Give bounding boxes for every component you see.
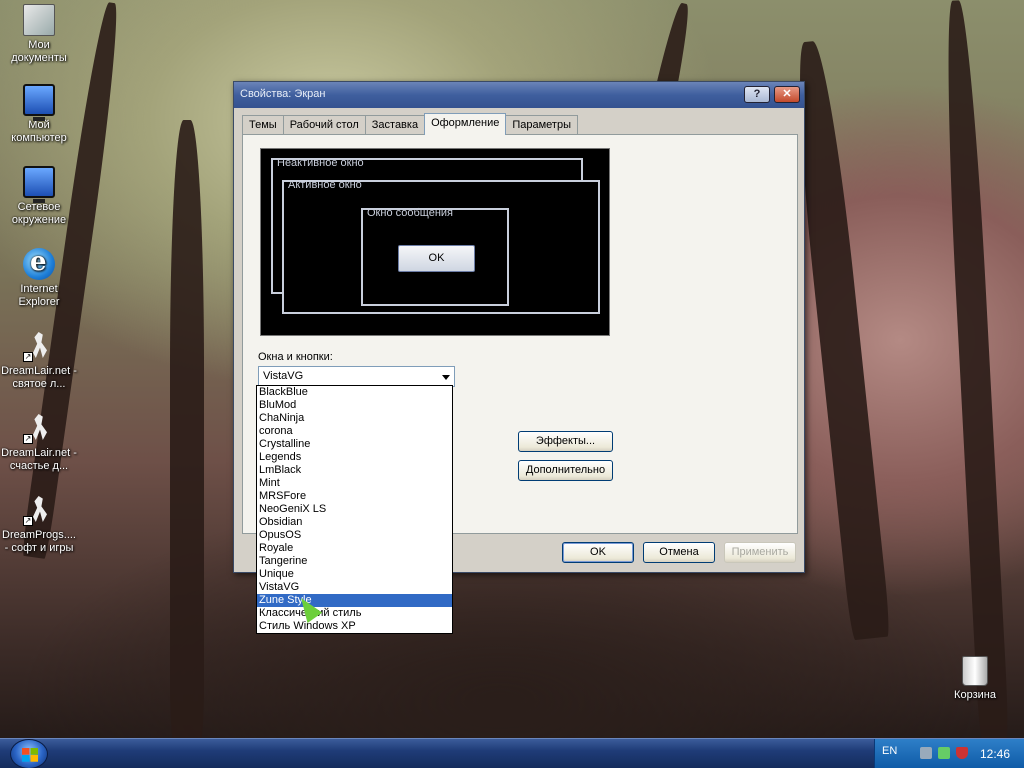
tab-settings[interactable]: Параметры bbox=[505, 115, 578, 135]
start-button[interactable] bbox=[10, 739, 48, 768]
desktop-icon-recycle-bin[interactable]: Корзина bbox=[936, 656, 1014, 702]
dropdown-option[interactable]: corona bbox=[257, 425, 452, 438]
dropdown-option[interactable]: Стиль Windows XP bbox=[257, 620, 452, 633]
preview-inactive-caption: Неактивное окно bbox=[277, 157, 364, 169]
documents-icon bbox=[23, 4, 55, 36]
effects-button[interactable]: Эффекты... bbox=[518, 431, 613, 452]
close-button[interactable]: ✕ bbox=[774, 86, 800, 103]
desktop-icon-label: DreamLair.net - святое л... bbox=[1, 365, 77, 390]
dropdown-option[interactable]: Tangerine bbox=[257, 555, 452, 568]
recycle-bin-icon bbox=[962, 656, 988, 686]
preview-active-caption: Активное окно bbox=[288, 179, 362, 191]
windows-buttons-value: VistaVG bbox=[263, 370, 304, 382]
apply-button[interactable]: Применить bbox=[724, 542, 796, 563]
clock[interactable]: 12:46 bbox=[980, 747, 1010, 761]
advanced-button[interactable]: Дополнительно bbox=[518, 460, 613, 481]
dropdown-option[interactable]: NeoGeniX LS bbox=[257, 503, 452, 516]
dropdown-option[interactable]: ChaNinja bbox=[257, 412, 452, 425]
desktop-icon-label: Корзина bbox=[954, 689, 996, 701]
dropdown-option[interactable]: VistaVG bbox=[257, 581, 452, 594]
security-shield-icon[interactable] bbox=[956, 747, 968, 759]
windows-logo-icon bbox=[22, 748, 38, 762]
desktop-icon-dreamlair-2[interactable]: ↗ DreamLair.net - счастье д... bbox=[0, 412, 78, 473]
background-tree bbox=[170, 120, 204, 740]
tab-appearance[interactable]: Оформление bbox=[424, 113, 507, 135]
desktop-icon-label: Мои документы bbox=[11, 39, 67, 64]
preview-message-window: Окно сообщения OK bbox=[361, 207, 509, 306]
shortcut-icon: ↗ bbox=[23, 412, 55, 444]
dialog-title: Свойства: Экран bbox=[240, 88, 326, 100]
safely-remove-tray-icon[interactable] bbox=[938, 747, 950, 759]
dropdown-option[interactable]: Unique bbox=[257, 568, 452, 581]
windows-buttons-label: Окна и кнопки: bbox=[258, 351, 333, 363]
desktop-icon-my-computer[interactable]: Мой компьютер bbox=[0, 84, 78, 145]
dropdown-option[interactable]: Crystalline bbox=[257, 438, 452, 451]
shortcut-icon: ↗ bbox=[23, 494, 55, 526]
desktop-icon-label: Сетевое окружение bbox=[11, 201, 67, 226]
desktop-icon-label: Internet Explorer bbox=[18, 283, 60, 308]
computer-icon bbox=[23, 84, 55, 121]
tab-strip: Темы Рабочий стол Заставка Оформление Па… bbox=[242, 113, 578, 135]
ok-button[interactable]: OK bbox=[562, 542, 634, 563]
dropdown-option[interactable]: Zune Style bbox=[257, 594, 452, 607]
windows-buttons-select[interactable]: VistaVG bbox=[258, 366, 455, 387]
dropdown-option[interactable]: BlackBlue bbox=[257, 386, 452, 399]
desktop-icon-label: DreamProgs.... - софт и игры bbox=[2, 529, 76, 554]
preview-message-caption: Окно сообщения bbox=[367, 207, 453, 219]
dropdown-option[interactable]: OpusOS bbox=[257, 529, 452, 542]
dropdown-option[interactable]: Obsidian bbox=[257, 516, 452, 529]
shortcut-icon: ↗ bbox=[23, 330, 55, 362]
desktop-icon-internet-explorer[interactable]: Internet Explorer bbox=[0, 247, 78, 309]
chevron-down-icon[interactable] bbox=[442, 375, 450, 380]
background-tree bbox=[940, 0, 1010, 741]
desktop-icon-my-documents[interactable]: Мои документы bbox=[0, 4, 78, 65]
language-indicator[interactable]: EN bbox=[882, 745, 897, 757]
preview-ok-button: OK bbox=[398, 245, 475, 272]
desktop-icon-label: Мой компьютер bbox=[11, 119, 67, 144]
tab-desktop[interactable]: Рабочий стол bbox=[282, 115, 366, 135]
cancel-button[interactable]: Отмена bbox=[643, 542, 715, 563]
dropdown-option[interactable]: Legends bbox=[257, 451, 452, 464]
windows-buttons-dropdown-list[interactable]: BlackBlue BluMod ChaNinja corona Crystalline… bbox=[256, 385, 453, 634]
taskbar: 12:46 bbox=[0, 738, 1024, 768]
dropdown-option[interactable]: MRSFore bbox=[257, 490, 452, 503]
appearance-preview: Неактивное окно Активное окно Окно сообщ… bbox=[260, 148, 610, 336]
internet-explorer-icon bbox=[23, 247, 55, 280]
dropdown-option[interactable]: LmBlack bbox=[257, 464, 452, 477]
dropdown-option[interactable]: BluMod bbox=[257, 399, 452, 412]
network-icon bbox=[23, 166, 55, 203]
network-tray-icon[interactable] bbox=[920, 747, 932, 759]
dropdown-option[interactable]: Royale bbox=[257, 542, 452, 555]
help-button[interactable]: ? bbox=[744, 86, 770, 103]
desktop-icon-label: DreamLair.net - счастье д... bbox=[1, 447, 77, 472]
tab-screensaver[interactable]: Заставка bbox=[364, 115, 426, 135]
tab-themes[interactable]: Темы bbox=[242, 115, 284, 135]
dropdown-option[interactable]: Mint bbox=[257, 477, 452, 490]
desktop-icon-dreamlair-1[interactable]: ↗ DreamLair.net - святое л... bbox=[0, 330, 78, 391]
desktop-icon-dreamprogs[interactable]: ↗ DreamProgs.... - софт и игры bbox=[0, 494, 78, 555]
dropdown-option[interactable]: Классический стиль bbox=[257, 607, 452, 620]
desktop-icon-network[interactable]: Сетевое окружение bbox=[0, 166, 78, 227]
dialog-titlebar[interactable]: Свойства: Экран ? ✕ bbox=[234, 82, 804, 108]
